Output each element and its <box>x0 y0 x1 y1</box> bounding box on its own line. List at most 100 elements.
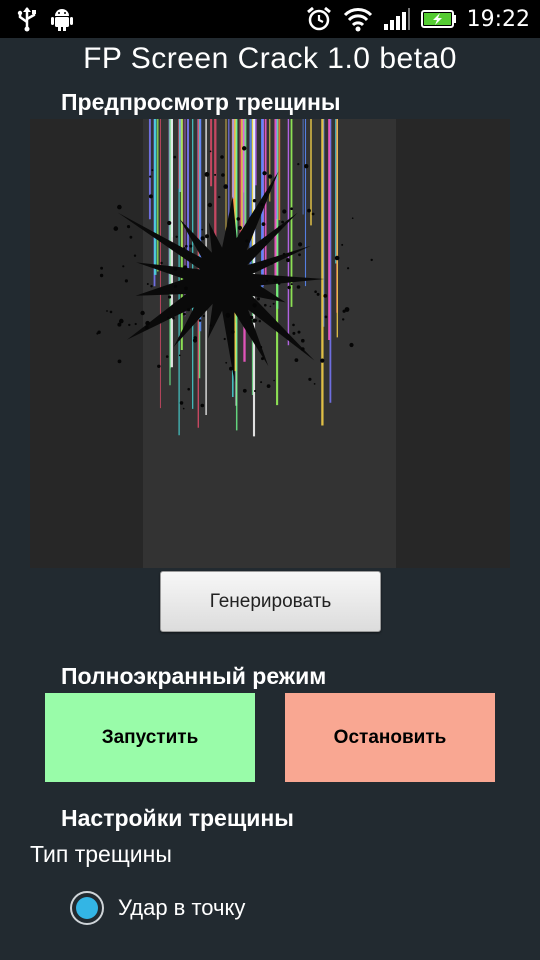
crack-speck <box>281 220 284 224</box>
crack-speck <box>189 244 193 248</box>
crack-speck <box>185 244 188 248</box>
crack-speck <box>220 155 224 159</box>
crack-speck <box>268 174 273 179</box>
crack-speck <box>298 242 303 247</box>
crack-speck <box>202 314 205 318</box>
crack-speck <box>264 303 267 307</box>
crack-speck <box>261 222 266 226</box>
generate-button[interactable]: Генерировать <box>160 571 381 632</box>
crack-type-label: Тип трещины <box>30 841 172 867</box>
crack-speck <box>256 297 260 301</box>
alarm-icon <box>305 5 333 33</box>
crack-speck <box>316 292 320 296</box>
crack-speck <box>99 273 104 278</box>
crack-speck <box>134 322 137 326</box>
crack-speck <box>193 336 197 340</box>
settings-heading: Настройки трещины <box>61 805 294 831</box>
crack-speck <box>160 261 163 265</box>
crack-speck <box>287 285 291 290</box>
crack-speck <box>265 240 267 243</box>
crack-speck <box>172 316 175 320</box>
crack-speck <box>277 282 281 285</box>
crack-speck <box>183 265 188 270</box>
crack-speck <box>178 354 181 357</box>
crack-speck <box>282 252 286 256</box>
crack-speck <box>173 266 178 271</box>
crack-speck <box>117 204 122 210</box>
crack-speck <box>324 315 328 319</box>
crack-speck <box>198 319 202 322</box>
usb-icon <box>16 6 38 32</box>
crack-speck <box>157 364 161 368</box>
crack-image <box>96 119 373 437</box>
crack-speck <box>304 164 309 169</box>
crack-speck <box>113 226 119 231</box>
crack-speck <box>252 303 257 308</box>
crack-speck <box>100 266 103 270</box>
crack-speck <box>370 258 373 262</box>
crack-speck <box>179 401 184 405</box>
crack-speck <box>214 173 217 176</box>
battery-charging-icon <box>420 9 457 29</box>
crack-speck <box>341 243 344 246</box>
crack-preview <box>30 119 510 568</box>
crack-speck <box>117 322 122 327</box>
crack-speck <box>209 324 212 327</box>
crack-speck <box>148 194 153 199</box>
stop-button[interactable]: Остановить <box>285 693 495 782</box>
radio-option-point-impact[interactable]: Удар в точку <box>70 889 245 927</box>
crack-speck <box>189 258 193 261</box>
crack-speck <box>150 285 153 288</box>
crack-speck <box>265 279 268 282</box>
crack-speck <box>311 212 315 216</box>
crack-speck <box>201 228 204 231</box>
crack-speck <box>260 381 263 384</box>
crack-speck <box>308 377 312 381</box>
crack-speck <box>298 253 301 257</box>
crack-speck <box>223 337 226 341</box>
crack-speck <box>165 355 169 358</box>
crack-speck <box>270 261 274 265</box>
crack-speck <box>218 195 221 199</box>
clock: 19:22 <box>466 6 530 32</box>
crack-speck <box>292 323 295 327</box>
crack-speck <box>277 225 282 230</box>
crack-speck <box>109 310 113 314</box>
signal-icon <box>383 7 411 31</box>
crack-speck <box>297 330 301 334</box>
crack-speck <box>184 286 188 291</box>
crack-speck <box>209 150 212 153</box>
crack-speck <box>292 331 296 335</box>
crack-speck <box>349 342 354 348</box>
crack-speck <box>225 312 231 318</box>
crack-speck <box>133 254 137 257</box>
crack-speck <box>173 155 177 159</box>
radio-label: Удар в точку <box>118 895 246 920</box>
crack-speck <box>187 308 191 312</box>
crack-speck <box>200 403 205 408</box>
crack-speck <box>242 146 247 151</box>
crack-speck <box>314 290 317 293</box>
crack-speck <box>223 184 228 189</box>
status-bar: 19:22 <box>0 0 540 38</box>
crack-speck <box>205 234 209 239</box>
crack-speck <box>149 175 152 178</box>
crack-speck <box>334 255 340 261</box>
crack-speck <box>183 247 186 250</box>
crack-speck <box>242 388 247 393</box>
radio-button[interactable] <box>70 891 104 925</box>
crack-speck <box>313 383 316 385</box>
crack-speck <box>264 193 267 197</box>
preview-heading: Предпросмотр трещины <box>61 89 341 115</box>
crack-speck <box>207 202 213 208</box>
crack-speck <box>258 320 261 323</box>
start-button[interactable]: Запустить <box>45 693 255 782</box>
crack-speck <box>262 171 267 176</box>
crack-speck <box>145 320 150 326</box>
crack-speck <box>294 358 299 362</box>
crack-speck <box>342 318 345 321</box>
crack-speck <box>347 267 350 270</box>
crack-speck <box>221 173 225 177</box>
crack-speck <box>342 309 346 313</box>
crack-speck <box>290 207 293 210</box>
